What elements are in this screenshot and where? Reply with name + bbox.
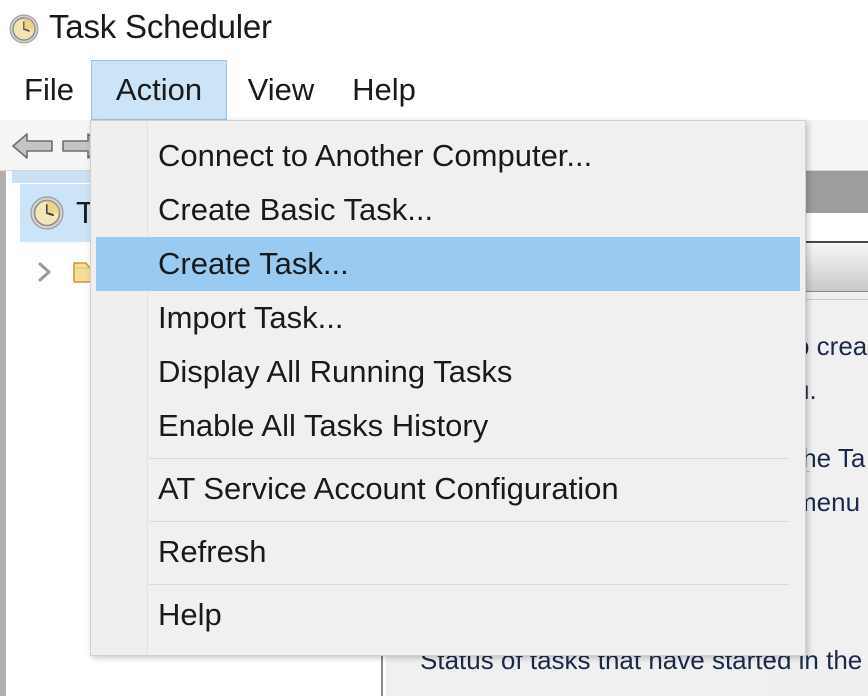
clock-icon	[8, 13, 40, 45]
action-menu-item[interactable]: Import Task...	[96, 291, 800, 345]
action-menu-item-label: Display All Running Tasks	[158, 354, 512, 390]
action-menu-item-label: AT Service Account Configuration	[158, 471, 619, 507]
action-dropdown-menu: Connect to Another Computer... Create Bas…	[90, 120, 806, 656]
menubar-item-file-label: File	[24, 72, 74, 108]
chevron-right-icon[interactable]	[32, 257, 58, 287]
action-menu-item[interactable]: Help	[96, 588, 800, 642]
menubar-item-help[interactable]: Help	[340, 60, 428, 120]
action-menu-item-label: Import Task...	[158, 300, 344, 336]
back-arrow-icon[interactable]	[10, 131, 56, 161]
action-menu-item-label: Connect to Another Computer...	[158, 138, 592, 174]
action-menu-item[interactable]: Connect to Another Computer...	[96, 129, 800, 183]
menu-separator	[149, 521, 789, 522]
action-menu-item[interactable]: Display All Running Tasks	[96, 345, 800, 399]
menubar-item-view-label: View	[248, 72, 315, 108]
action-menu-item-label: Create Task...	[158, 246, 349, 282]
menu-bar: File Action View Help	[0, 60, 868, 120]
menubar-item-action[interactable]: Action	[91, 60, 227, 120]
action-menu-item[interactable]: Create Task...	[96, 237, 800, 291]
action-menu-item[interactable]: AT Service Account Configuration	[96, 462, 800, 516]
menubar-item-help-label: Help	[352, 72, 416, 108]
title-bar: Task Scheduler	[0, 0, 868, 58]
page-title: Task Scheduler	[49, 8, 272, 46]
menu-separator	[149, 458, 789, 459]
menubar-item-file[interactable]: File	[18, 60, 80, 120]
clock-icon	[28, 194, 66, 232]
action-menu-item-label: Refresh	[158, 534, 267, 570]
action-menu-item-label: Create Basic Task...	[158, 192, 433, 228]
action-menu-item[interactable]: Refresh	[96, 525, 800, 579]
action-menu-item-label: Enable All Tasks History	[158, 408, 488, 444]
action-menu-item[interactable]: Enable All Tasks History	[96, 399, 800, 453]
menubar-item-action-label: Action	[116, 72, 202, 108]
action-menu-item[interactable]: Create Basic Task...	[96, 183, 800, 237]
menubar-item-view[interactable]: View	[237, 60, 325, 120]
action-menu-item-label: Help	[158, 597, 222, 633]
menu-separator	[149, 584, 789, 585]
